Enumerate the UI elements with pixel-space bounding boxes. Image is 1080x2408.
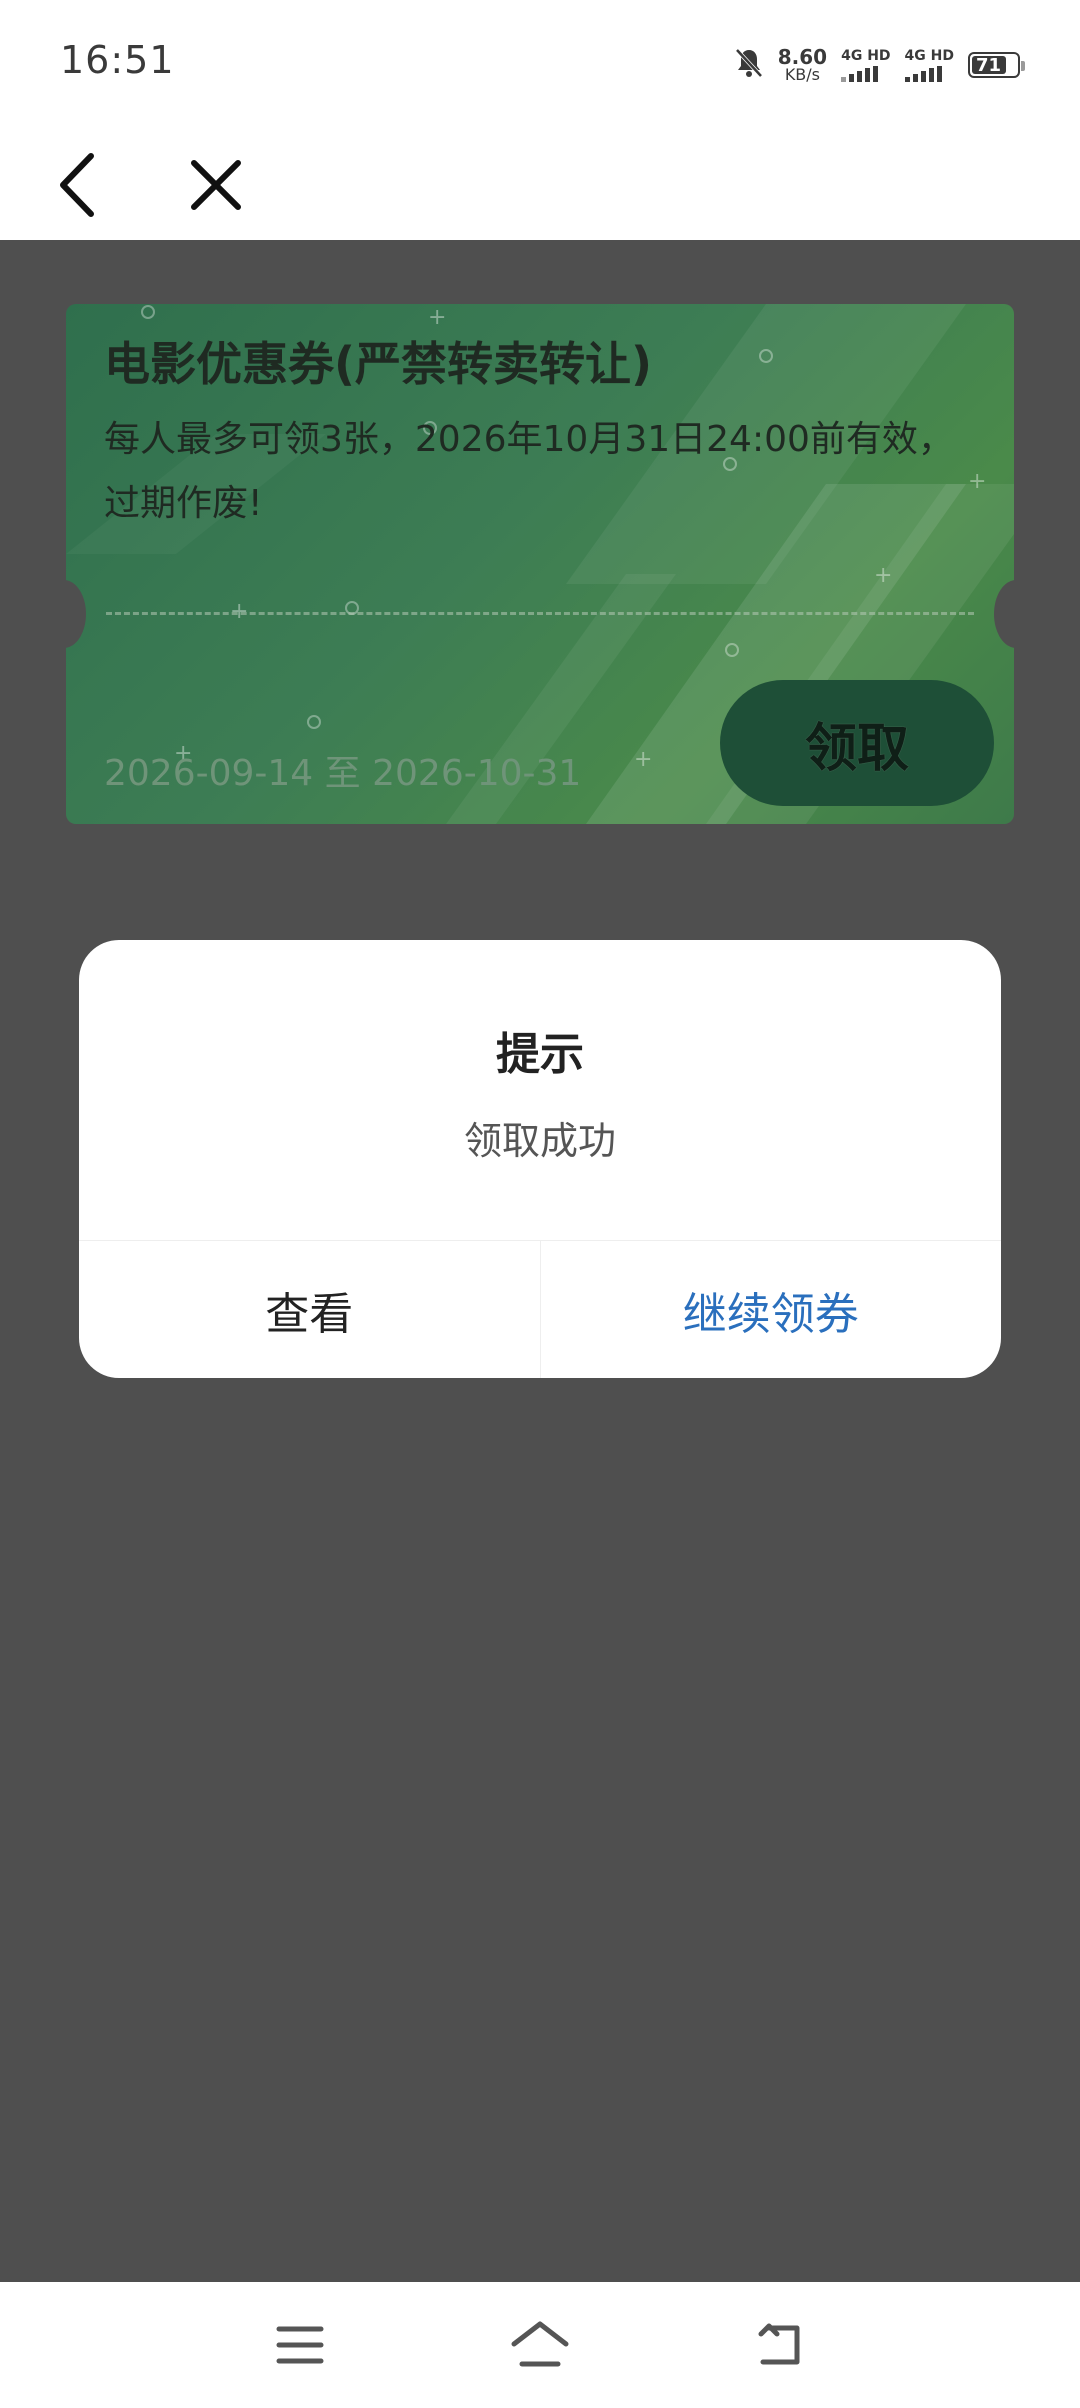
system-navigation-bar [0, 2282, 1080, 2408]
svg-text:+: + [968, 469, 986, 494]
status-bar: 16:51 8.60 KB/s 4G HD 4G HD 71 [0, 0, 1080, 125]
return-icon[interactable] [745, 2310, 815, 2380]
sim1-signal: 4G HD [841, 49, 891, 82]
view-button[interactable]: 查看 [79, 1241, 541, 1378]
status-indicators: 8.60 KB/s 4G HD 4G HD 71 [734, 40, 1025, 90]
back-arrow-icon[interactable] [38, 145, 118, 225]
dialog-message: 领取成功 [463, 1119, 616, 1163]
svg-text:+: + [428, 305, 446, 330]
coupon-card: + + + + + + 电影优惠券(严禁转卖转让) 每人最多可领3张，2026年… [66, 304, 1014, 824]
sim2-signal: 4G HD [904, 49, 954, 82]
continue-claim-button[interactable]: 继续领券 [541, 1241, 1002, 1378]
dialog-title: 提示 [496, 1029, 584, 1080]
top-nav-bar [0, 125, 1080, 240]
signal-bars-icon [841, 65, 879, 82]
coupon-title: 电影优惠券(严禁转卖转让) [104, 337, 653, 391]
status-time: 16:51 [60, 38, 175, 82]
bell-mute-icon [734, 47, 764, 83]
svg-text:+: + [874, 563, 892, 588]
dialog-actions: 查看 继续领券 [79, 1240, 1001, 1378]
menu-icon[interactable] [265, 2310, 335, 2380]
claim-button[interactable]: 领取 [720, 680, 994, 806]
close-icon[interactable] [176, 145, 256, 225]
svg-text:+: + [634, 747, 652, 772]
success-dialog: 提示 领取成功 查看 继续领券 [79, 940, 1001, 1378]
coupon-description: 每人最多可领3张，2026年10月31日24:00前有效，过期作废! [104, 419, 954, 524]
battery-icon: 71 [968, 52, 1025, 78]
signal-bars-icon [904, 65, 942, 82]
network-speed: 8.60 KB/s [777, 45, 828, 84]
page-content: + + + + + + 电影优惠券(严禁转卖转让) 每人最多可领3张，2026年… [0, 240, 1080, 2282]
coupon-divider [106, 612, 974, 615]
home-icon[interactable] [505, 2310, 575, 2380]
coupon-validity: 2026-09-14 至 2026-10-31 [104, 753, 582, 794]
